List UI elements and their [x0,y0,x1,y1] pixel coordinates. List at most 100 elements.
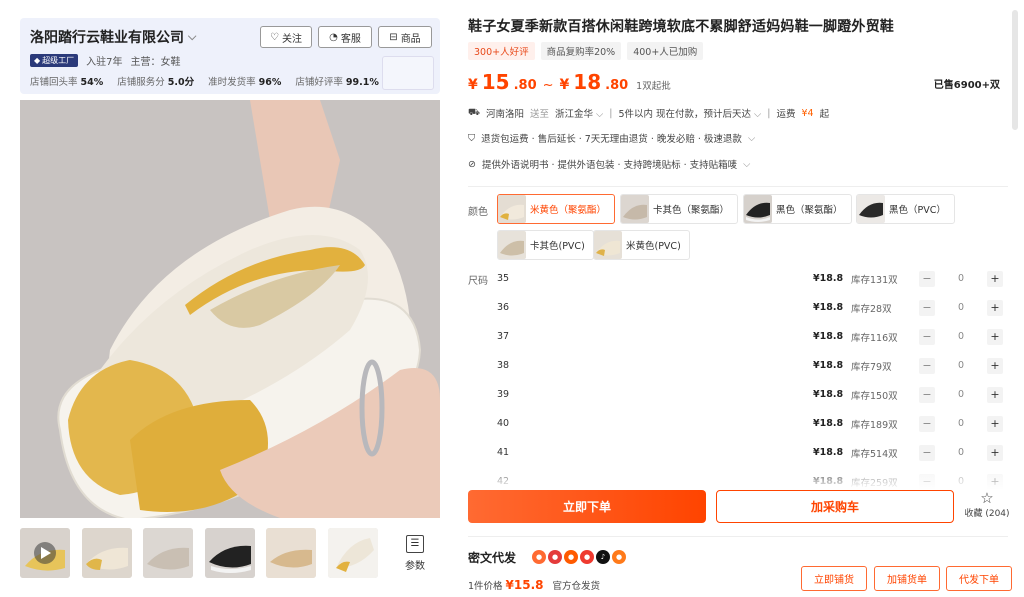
size-value: 39 [497,389,510,400]
platform-icon: ● [564,550,578,564]
add-to-cart-button[interactable]: 加采购车 [716,490,954,523]
heart-icon: ♡ [270,31,279,43]
color-option-beige-pvc[interactable]: 米黄色(PVC) [593,230,690,260]
size-value: 40 [497,418,510,429]
ship-to-select[interactable]: 浙江金华 ⌵ [555,106,603,120]
quantity-stepper[interactable]: −0+ [919,270,1003,287]
quantity-value[interactable]: 0 [935,389,987,400]
factory-badge-label: 超级工厂 [42,56,75,65]
shop-stats: 店铺回头率 54% 店铺服务分 5.0分 准时发货率 96% 店铺好评率 99.1% [30,74,379,88]
shop-name[interactable]: 洛阳踏行云鞋业有限公司 ⌵ [30,27,196,47]
add-to-list-button[interactable]: 加铺货单 [874,566,940,591]
scrollbar[interactable] [1012,10,1018,130]
main-product-image[interactable] [20,100,440,518]
chevron-down-icon[interactable]: ⌵ [748,133,755,144]
thumbnail-video[interactable] [20,528,70,578]
tag-reviews: 300+人好评 [468,42,535,60]
quantity-value[interactable]: 0 [935,360,987,371]
service-row[interactable]: ⊘ 提供外语说明书 · 提供外语包装 · 支持跨境贴标 · 支持贴箱唛 ⌵ [468,157,750,172]
dropship-order-button[interactable]: 代发下单 [946,566,1012,591]
quantity-value[interactable]: 0 [935,418,987,429]
chevron-down-icon[interactable]: ⌵ [596,109,603,120]
minus-button[interactable]: − [919,386,935,403]
color-option-black-pu[interactable]: 黑色（聚氨酯） [743,194,852,224]
size-price: ¥18.8 [813,273,844,284]
quantity-stepper[interactable]: −0+ [919,415,1003,432]
thumbnail-image [266,528,316,578]
quantity-value[interactable]: 0 [935,331,987,342]
delivery-select[interactable]: 5件以内 现在付款，预计后天达 ⌵ [618,106,761,120]
shop-name-text[interactable]: 洛阳踏行云鞋业有限公司 [30,27,184,47]
sold-text: 已售6900+双 [933,80,1000,91]
thumbnail-4[interactable] [205,528,255,578]
plus-button[interactable]: + [987,357,1003,374]
thumbnail-2[interactable] [82,528,132,578]
plus-button[interactable]: + [987,270,1003,287]
minus-button[interactable]: − [919,357,935,374]
proxy-price-value: ¥15.8 [505,578,544,592]
minus-button[interactable]: − [919,415,935,432]
size-stock: 库存28双 [851,303,892,315]
size-stock: 库存189双 [851,419,898,431]
guarantee-text[interactable]: 退货包运费 · 售后延长 · 7天无理由退货 · 晚发必赔 · 极速退款 [481,131,742,145]
plus-button[interactable]: + [987,386,1003,403]
size-price: ¥18.8 [813,418,844,429]
chevron-down-icon[interactable]: ⌵ [754,109,761,120]
color-option-beige-pu[interactable]: 米黄色（聚氨酯） [497,194,616,224]
chevron-down-icon[interactable]: ⌵ [188,30,196,44]
ship-to[interactable]: 浙江金华 [555,109,593,120]
order-now-button[interactable]: 立即下单 [468,490,706,523]
plus-button[interactable]: + [987,328,1003,345]
color-option-label[interactable]: 黑色（PVC） [889,202,946,216]
swatch-image [621,195,649,223]
list-now-button[interactable]: 立即铺货 [801,566,867,591]
color-option-label[interactable]: 黑色（聚氨酯） [776,202,843,216]
quantity-stepper[interactable]: −0+ [919,357,1003,374]
swatch-image [498,195,526,223]
stat-return-rate: 店铺回头率 54% [30,74,103,88]
shield-icon: ⛉ [468,132,476,144]
quantity-value[interactable]: 0 [935,447,987,458]
shop-products-button[interactable]: ⊟ 商品 [378,26,432,48]
color-option-khaki-pu[interactable]: 卡其色（聚氨酯） [620,194,739,224]
stat-value: 5.0分 [167,77,195,88]
minus-button[interactable]: − [919,444,935,461]
customer-service-button[interactable]: ◔ 客服 [318,26,372,48]
quantity-value[interactable]: 0 [935,273,987,284]
thumbnail-3[interactable] [143,528,193,578]
favorite-button[interactable]: ☆ 收藏 (204) [962,490,1012,524]
size-value: 38 [497,360,510,371]
plus-button[interactable]: + [987,415,1003,432]
color-option-label[interactable]: 米黄色(PVC) [626,238,681,252]
service-text[interactable]: 提供外语说明书 · 提供外语包装 · 支持跨境贴标 · 支持贴箱唛 [482,157,737,171]
size-stock: 库存150双 [851,390,898,402]
quantity-stepper[interactable]: −0+ [919,328,1003,345]
delivery-estimate[interactable]: 5件以内 现在付款，预计后天达 [618,109,751,120]
color-option-khaki-pvc[interactable]: 卡其色(PVC) [497,230,594,260]
minus-button[interactable]: − [919,299,935,316]
plus-button[interactable]: + [987,299,1003,316]
quantity-stepper[interactable]: −0+ [919,386,1003,403]
color-option-black-pvc[interactable]: 黑色（PVC） [856,194,955,224]
thumbnail-6[interactable] [328,528,378,578]
color-option-label[interactable]: 卡其色(PVC) [530,238,585,252]
quantity-stepper[interactable]: −0+ [919,444,1003,461]
thumbnail-5[interactable] [266,528,316,578]
params-button[interactable]: ☰ 参数 [390,528,440,578]
divider: | [767,107,771,119]
quantity-stepper[interactable]: −0+ [919,299,1003,316]
ship-from: 河南洛阳 [485,109,524,120]
chat-icon: ◔ [329,31,338,43]
diamond-icon: ◆ [34,56,41,65]
color-option-label[interactable]: 卡其色（聚氨酯） [653,202,729,216]
plus-button[interactable]: + [987,444,1003,461]
platform-icon: ● [612,550,626,564]
color-option-label[interactable]: 米黄色（聚氨酯） [530,202,606,216]
minus-button[interactable]: − [919,270,935,287]
minus-button[interactable]: − [919,328,935,345]
quantity-value[interactable]: 0 [935,302,987,313]
guarantee-row[interactable]: ⛉ 退货包运费 · 售后延长 · 7天无理由退货 · 晚发必赔 · 极速退款 ⌵ [468,131,755,146]
proxy-warehouse: 官方仓发货 [552,581,601,592]
chevron-down-icon[interactable]: ⌵ [743,159,750,170]
follow-button[interactable]: ♡ 关注 [260,26,312,48]
